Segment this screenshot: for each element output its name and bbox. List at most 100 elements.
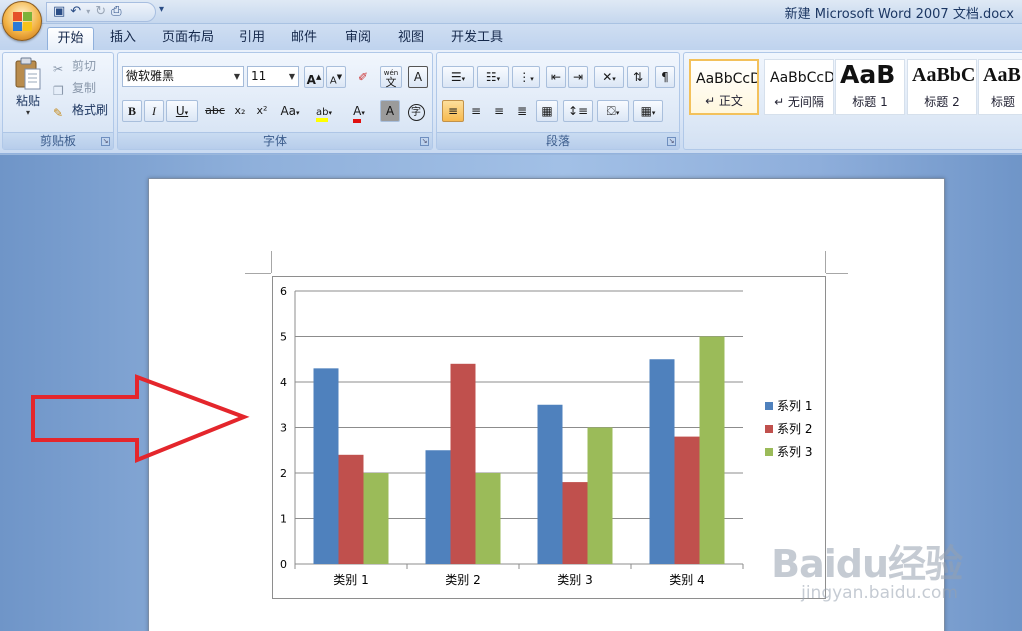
multilevel-list-icon: ⋮ [518, 70, 531, 84]
justify-icon: ≣ [516, 104, 528, 118]
bar [649, 359, 675, 564]
enclose-char-button[interactable]: 字 [405, 100, 427, 122]
chevron-down-icon: ▾ [496, 75, 501, 83]
redo-icon[interactable]: ↻ [95, 3, 106, 21]
justify-button[interactable]: ≣ [511, 100, 533, 122]
style-heading-1[interactable]: AaB 标题 1 [835, 59, 905, 115]
customize-qat-icon[interactable]: ▾ [159, 4, 164, 15]
tab-developer[interactable]: 开发工具 [444, 27, 510, 50]
tab-home[interactable]: 开始 [47, 27, 94, 50]
save-icon[interactable]: ▣ [53, 3, 65, 21]
styles-group: AaBbCcD ↵ 正文 AaBbCcD ↵ 无间隔 AaB 标题 1 AaBb… [683, 52, 1022, 150]
office-button[interactable] [2, 1, 42, 41]
bar [313, 368, 339, 564]
char-border-button[interactable]: A [408, 66, 428, 88]
font-size-combo[interactable]: 11 ▼ [247, 66, 299, 87]
increase-indent-button[interactable]: ⇥ [568, 66, 588, 88]
shading-button[interactable]: ⛋▾ [597, 100, 629, 122]
shrink-font-button[interactable]: A▼ [326, 66, 346, 88]
format-painter-button[interactable]: ✎ 格式刷 [53, 100, 108, 120]
style-no-spacing[interactable]: AaBbCcD ↵ 无间隔 [764, 59, 834, 115]
title-bar: ▣ ↶ ▾ ↻ ⎙ ▾ 新建 Microsoft Word 2007 文档.do… [0, 0, 1022, 24]
bar [562, 482, 588, 564]
tab-mailings[interactable]: 邮件 [284, 27, 324, 50]
y-tick-label: 1 [280, 513, 287, 526]
y-tick-label: 5 [280, 331, 287, 344]
document-page[interactable]: 0 1 2 3 4 5 6 类别 1 类别 2 类别 3 类别 4 系列 1 系列 2 系列 3 [148, 178, 945, 631]
style-heading-2[interactable]: AaBbC 标题 2 [907, 59, 977, 115]
bar [537, 404, 563, 564]
line-spacing-button[interactable]: ↕≡ [563, 100, 593, 122]
scissors-icon: ✂ [53, 62, 64, 76]
highlight-button[interactable]: ab▾ [308, 100, 340, 122]
font-launcher-icon[interactable]: ↘ [420, 137, 429, 146]
paste-button[interactable]: 粘贴 ▾ [9, 57, 47, 127]
pilcrow-icon: ¶ [661, 70, 669, 84]
style-normal[interactable]: AaBbCcD ↵ 正文 [689, 59, 759, 115]
y-tick-label: 6 [280, 285, 287, 298]
char-shading-button[interactable]: A [380, 100, 400, 122]
undo-icon[interactable]: ↶ [70, 3, 81, 21]
embedded-chart[interactable]: 0 1 2 3 4 5 6 类别 1 类别 2 类别 3 类别 4 系列 1 系列 2 系列 3 [272, 276, 826, 599]
grow-font-button[interactable]: A▲ [304, 66, 324, 88]
numbering-button[interactable]: ☷▾ [477, 66, 509, 88]
x-tick-label: 类别 4 [669, 573, 704, 587]
show-marks-button[interactable]: ¶ [655, 66, 675, 88]
superscript-button[interactable]: x² [252, 100, 272, 122]
multilevel-list-button[interactable]: ⋮▾ [512, 66, 540, 88]
strikethrough-button[interactable]: abc [202, 100, 228, 122]
y-tick-label: 2 [280, 467, 287, 480]
font-group-label: 字体 [118, 132, 432, 149]
chevron-down-icon: ▾ [651, 109, 656, 117]
ribbon-tabs: 开始 插入 页面布局 引用 邮件 审阅 视图 开发工具 [0, 24, 1022, 50]
clipboard-launcher-icon[interactable]: ↘ [101, 137, 110, 146]
undo-dropdown-icon[interactable]: ▾ [86, 3, 90, 21]
align-center-button[interactable]: ≡ [465, 100, 487, 122]
copy-button[interactable]: ❐ 复制 [53, 78, 96, 98]
align-left-button[interactable]: ≡ [442, 100, 464, 122]
underline-button[interactable]: U▾ [166, 100, 198, 122]
borders-button[interactable]: ▦▾ [633, 100, 663, 122]
bar [475, 473, 501, 564]
chinese-layout-icon: ✕ [602, 70, 613, 84]
tab-review[interactable]: 审阅 [338, 27, 378, 50]
subscript-button[interactable]: x₂ [230, 100, 250, 122]
document-workspace: 0 1 2 3 4 5 6 类别 1 类别 2 类别 3 类别 4 系列 1 系列 2 系列 3 Baid… [0, 155, 1022, 631]
change-case-button[interactable]: Aa▾ [275, 100, 305, 122]
paintbrush-icon: ✎ [53, 106, 64, 120]
style-title[interactable]: AaB 标题 [978, 59, 1022, 115]
tab-view[interactable]: 视图 [391, 27, 431, 50]
tab-references[interactable]: 引用 [232, 27, 272, 50]
clear-format-button[interactable]: ✐ [352, 66, 374, 88]
align-right-button[interactable]: ≡ [488, 100, 510, 122]
italic-button[interactable]: I [144, 100, 164, 122]
cut-button[interactable]: ✂ 剪切 [53, 56, 96, 76]
distributed-button[interactable]: ▦ [536, 100, 558, 122]
font-name-combo[interactable]: 微软雅黑 ▼ [122, 66, 244, 87]
font-group: 微软雅黑 ▼ 11 ▼ A▲ A▼ ✐ wén 文 A B I U▾ abc x₂ x… [117, 52, 433, 150]
paste-label: 粘贴 [15, 94, 40, 108]
print-preview-icon[interactable]: ⎙ [111, 3, 121, 21]
indent-icon: ⇥ [572, 70, 584, 84]
annotation-arrow [31, 374, 250, 463]
chevron-down-icon: ▾ [461, 75, 466, 83]
shrink-arrow-icon: ▼ [336, 73, 343, 81]
y-tick-label: 4 [280, 376, 287, 389]
font-color-button[interactable]: A▾ [343, 100, 375, 123]
sort-button[interactable]: ⇅ [627, 66, 649, 88]
numbered-list-icon: ☷ [485, 70, 497, 84]
tab-insert[interactable]: 插入 [101, 27, 145, 50]
decrease-indent-button[interactable]: ⇤ [546, 66, 566, 88]
x-tick-label: 类别 1 [333, 573, 368, 587]
paragraph-launcher-icon[interactable]: ↘ [667, 137, 676, 146]
bar [338, 454, 364, 564]
chinese-layout-button[interactable]: ✕▾ [594, 66, 624, 88]
tab-page-layout[interactable]: 页面布局 [156, 27, 220, 50]
bold-button[interactable]: B [122, 100, 142, 122]
bullets-button[interactable]: ☰▾ [442, 66, 474, 88]
crop-mark [826, 273, 848, 274]
legend-label: 系列 1 [777, 399, 812, 413]
border-grid-icon: ▦ [640, 104, 652, 118]
pinyin-guide-button[interactable]: wén 文 [380, 66, 402, 88]
paragraph-group: ☰▾ ☷▾ ⋮▾ ⇤ ⇥ ✕▾ ⇅ ¶ ≡ ≡ ≡ ≣ ▦ ↕≡ ⛋▾ ▦▾ 段… [436, 52, 680, 150]
